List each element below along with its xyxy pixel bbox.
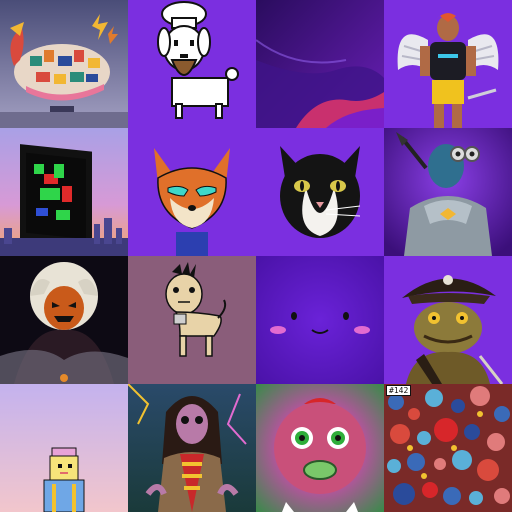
pirate-toad-image xyxy=(384,256,512,384)
nft-image-grid: #142 xyxy=(0,0,512,512)
fox-image xyxy=(128,128,256,256)
long-hair-man-tile[interactable] xyxy=(128,384,256,512)
pirate-toad-tile[interactable] xyxy=(384,256,512,384)
chef-goat-image xyxy=(128,0,256,128)
whale-art-tile[interactable] xyxy=(0,0,128,128)
horned-demon-image xyxy=(0,256,128,384)
horned-demon-tile[interactable] xyxy=(0,256,128,384)
mohawk-dog-tile[interactable] xyxy=(128,256,256,384)
green-eyed-creature-tile[interactable] xyxy=(256,384,384,512)
winged-man-tile[interactable] xyxy=(384,0,512,128)
blue-robot-image xyxy=(384,128,512,256)
pixel-kid-image xyxy=(0,384,128,512)
abstract-purple-image xyxy=(256,0,384,128)
abstract-purple-tile[interactable] xyxy=(256,0,384,128)
cat-tile[interactable] xyxy=(256,128,384,256)
blue-robot-tile[interactable] xyxy=(384,128,512,256)
winged-man-image xyxy=(384,0,512,128)
cat-image xyxy=(256,128,384,256)
dots-pattern-tile[interactable]: #142 xyxy=(384,384,512,512)
fox-tile[interactable] xyxy=(128,128,256,256)
long-hair-man-image xyxy=(128,384,256,512)
dots-pattern-image xyxy=(384,384,512,512)
purple-face-tile[interactable] xyxy=(256,256,384,384)
whale-art-image xyxy=(0,0,128,128)
chef-goat-tile[interactable] xyxy=(128,0,256,128)
pixel-kid-tile[interactable] xyxy=(0,384,128,512)
mohawk-dog-image xyxy=(128,256,256,384)
purple-face-image xyxy=(256,256,384,384)
pixel-monitor-image xyxy=(0,128,128,256)
pixel-monitor-tile[interactable] xyxy=(0,128,128,256)
token-number-badge: #142 xyxy=(386,385,412,396)
green-eyed-creature-image xyxy=(256,384,384,512)
